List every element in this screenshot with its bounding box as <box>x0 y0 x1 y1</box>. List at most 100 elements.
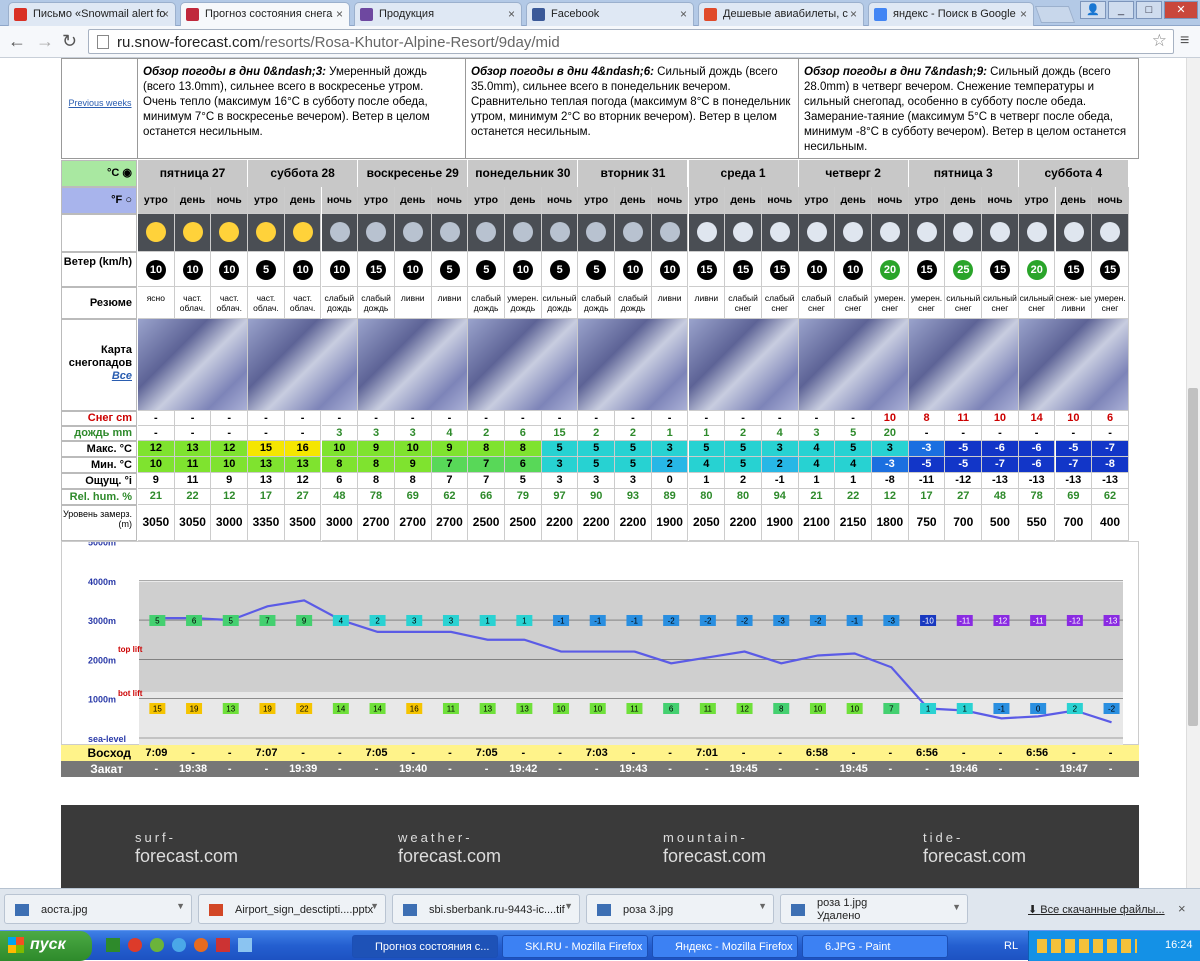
min-temp-cell: 5 <box>615 457 652 473</box>
close-icon[interactable]: × <box>1020 7 1027 21</box>
sunrise-cell: - <box>888 747 893 759</box>
tab-snowmail[interactable]: Письмо «Snowmail alert fo × <box>8 2 176 26</box>
start-button[interactable]: пуск <box>0 931 92 961</box>
tab-forecast[interactable]: Прогноз состояния снега × <box>180 2 350 27</box>
snow-map-image[interactable] <box>1018 319 1129 411</box>
snow-cell: - <box>138 411 175 426</box>
close-icon[interactable]: × <box>1178 901 1186 916</box>
sunset-cell: - <box>558 763 562 775</box>
wind-arrow-icon: 5 <box>549 260 570 280</box>
user-icon[interactable]: 👤 <box>1080 1 1106 19</box>
menu-wrench-icon[interactable]: ≡ <box>1180 31 1189 51</box>
download-item[interactable]: роза 3.jpg ▼ <box>586 894 774 924</box>
new-tab-button[interactable] <box>1034 6 1076 23</box>
unit-celsius-toggle[interactable]: °C ◉ <box>61 160 137 187</box>
max-temp-cell: -7 <box>1092 441 1129 457</box>
tab-facebook[interactable]: Facebook × <box>526 2 694 26</box>
bookmark-star-icon[interactable]: ☆ <box>1152 31 1167 51</box>
tab-label: Продукция <box>379 8 435 20</box>
task-label: 6.JPG - Paint <box>825 941 891 953</box>
maximize-button[interactable]: □ <box>1136 1 1162 19</box>
tab-flights[interactable]: Дешевые авиабилеты, с × <box>698 2 864 26</box>
top-lift-temp-label: 6 <box>192 617 197 626</box>
language-indicator[interactable]: RL <box>1004 940 1018 952</box>
reload-icon[interactable]: ↻ <box>62 31 77 51</box>
sunrise-cell: - <box>961 747 966 759</box>
app-icon[interactable] <box>216 938 230 952</box>
google-icon <box>874 8 887 21</box>
sun-icon <box>219 222 240 242</box>
feels-cell: -8 <box>872 473 909 489</box>
url-host: ru.snow-forecast.com <box>117 34 261 51</box>
download-item[interactable]: sbi.sberbank.ru-9443-ic....tif ▼ <box>392 894 580 924</box>
mountain-forecast-logo[interactable]: mountain-forecast.com <box>663 829 766 865</box>
dropdown-arrow-icon[interactable]: ▼ <box>564 901 573 911</box>
wind-arrow-icon: 10 <box>329 260 350 280</box>
min-temp-cell: 8 <box>321 457 359 473</box>
snowmap-all-link[interactable]: Все <box>112 370 132 382</box>
task-chrome-forecast[interactable]: Прогноз состояния с... <box>352 935 498 958</box>
weather-forecast-logo[interactable]: weather-forecast.com <box>398 829 501 865</box>
humidity-cell: 80 <box>725 489 762 505</box>
close-icon[interactable]: × <box>162 7 169 21</box>
humidity-cell: 78 <box>1018 489 1056 505</box>
task-firefox-ski[interactable]: SKI.RU - Mozilla Firefox <box>502 935 648 958</box>
bot-lift-temp-label: 19 <box>263 705 272 714</box>
all-downloads-link[interactable]: ⬇ Все скачанные файлы... <box>1028 903 1165 916</box>
firefox-icon[interactable] <box>194 938 208 952</box>
close-icon[interactable]: × <box>850 7 857 21</box>
surf-forecast-logo[interactable]: surf-forecast.com <box>135 829 238 865</box>
dropdown-arrow-icon[interactable]: ▼ <box>176 901 185 911</box>
radio-selected-icon: ◉ <box>122 167 132 179</box>
logo-t2: forecast.com <box>923 846 1027 866</box>
tab-products[interactable]: Продукция × <box>354 2 522 26</box>
app-icon[interactable] <box>238 938 252 952</box>
download-item[interactable]: аоста.jpg ▼ <box>4 894 192 924</box>
snow-map-image[interactable] <box>468 319 579 411</box>
close-window-button[interactable]: ✕ <box>1164 1 1198 19</box>
phase-label: утро <box>578 187 616 214</box>
top-lift-temp-label: -2 <box>741 617 749 626</box>
unit-fahrenheit-toggle[interactable]: °F ○ <box>61 187 137 214</box>
humidity-cell: 22 <box>835 489 872 505</box>
snow-map-image[interactable] <box>138 319 249 411</box>
ie-icon[interactable] <box>172 938 186 952</box>
download-item[interactable]: роза 1.jpg Удалено ▼ <box>780 894 968 924</box>
tide-forecast-logo[interactable]: tide-forecast.com <box>923 829 1026 865</box>
logo-t1: mountain- <box>663 830 748 845</box>
close-icon[interactable]: × <box>680 7 687 21</box>
close-icon[interactable]: × <box>336 7 343 21</box>
scrollbar-thumb[interactable] <box>1188 388 1198 726</box>
sun-icon <box>292 222 313 242</box>
min-temp-cell: -5 <box>908 457 946 473</box>
snow-map-image[interactable] <box>248 319 359 411</box>
task-paint[interactable]: 6.JPG - Paint <box>802 935 948 958</box>
url-input[interactable]: ru.snow-forecast.com/resorts/Rosa-Khutor… <box>88 29 1174 54</box>
summary-cell: част. облач. <box>211 287 249 319</box>
weather-icon <box>505 214 542 252</box>
close-icon[interactable]: × <box>508 7 515 21</box>
chrome-icon[interactable] <box>128 938 142 952</box>
snow-map-image[interactable] <box>578 319 689 411</box>
excel-icon[interactable] <box>106 938 120 952</box>
snow-map-image[interactable] <box>908 319 1019 411</box>
dropdown-arrow-icon[interactable]: ▼ <box>758 901 767 911</box>
feels-cell: -13 <box>1092 473 1129 489</box>
snow-map-image[interactable] <box>798 319 909 411</box>
snow-map-image[interactable] <box>358 319 469 411</box>
dropdown-arrow-icon[interactable]: ▼ <box>952 901 961 914</box>
task-firefox-yandex[interactable]: Яндекс - Mozilla Firefox <box>652 935 798 958</box>
dropdown-arrow-icon[interactable]: ▼ <box>370 901 379 911</box>
back-arrow-icon[interactable]: ← <box>8 31 26 51</box>
snow-map-image[interactable] <box>688 319 799 411</box>
feels-cell: 3 <box>615 473 652 489</box>
previous-weeks-link[interactable]: Previous weeks <box>61 58 139 159</box>
top-lift-temp-label: 3 <box>449 617 454 626</box>
tab-google[interactable]: яндекс - Поиск в Google × <box>868 2 1034 26</box>
forward-arrow-icon[interactable]: → <box>36 31 54 51</box>
download-item[interactable]: Airport_sign_desctipti....pptx ▼ <box>198 894 386 924</box>
feels-cell: 11 <box>174 473 212 489</box>
minimize-button[interactable]: _ <box>1108 1 1134 19</box>
tray-icons[interactable] <box>1037 939 1137 953</box>
icq-icon[interactable] <box>150 938 164 952</box>
